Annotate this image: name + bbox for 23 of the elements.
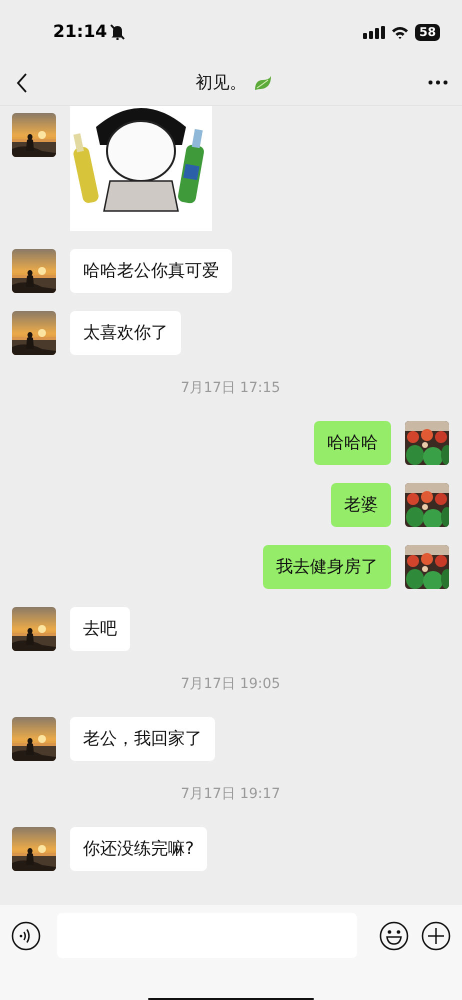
back-icon[interactable] — [16, 72, 28, 92]
message-bubble: 老公，我回家了 — [70, 717, 215, 761]
voice-icon[interactable] — [11, 920, 41, 950]
message-bubble: 我去健身房了 — [263, 545, 391, 589]
emoji-icon[interactable] — [379, 920, 409, 950]
message-bubble: 去吧 — [70, 607, 130, 651]
clock-time: 21:14 — [53, 21, 108, 42]
leaf-icon — [252, 74, 272, 92]
timestamp: 7月17日 19:17 — [180, 785, 280, 803]
message-bubble: 老婆 — [331, 483, 391, 527]
wifi-icon — [391, 26, 410, 38]
message-bubble: 哈哈老公你真可爱 — [70, 249, 232, 293]
chat-title: 初见。 — [196, 72, 246, 94]
battery-level: 58 — [415, 24, 440, 40]
more-icon[interactable] — [428, 80, 448, 85]
message-bubble: 你还没练完嘛? — [70, 827, 208, 871]
muted-bell-icon — [110, 24, 126, 40]
signal-icon — [363, 26, 386, 38]
add-icon[interactable] — [421, 920, 451, 950]
message-bubble: 太喜欢你了 — [70, 311, 181, 355]
timestamp: 7月17日 19:05 — [180, 675, 280, 693]
timestamp: 7月17日 17:15 — [180, 379, 280, 397]
message-bubble: 哈哈哈 — [314, 421, 391, 465]
